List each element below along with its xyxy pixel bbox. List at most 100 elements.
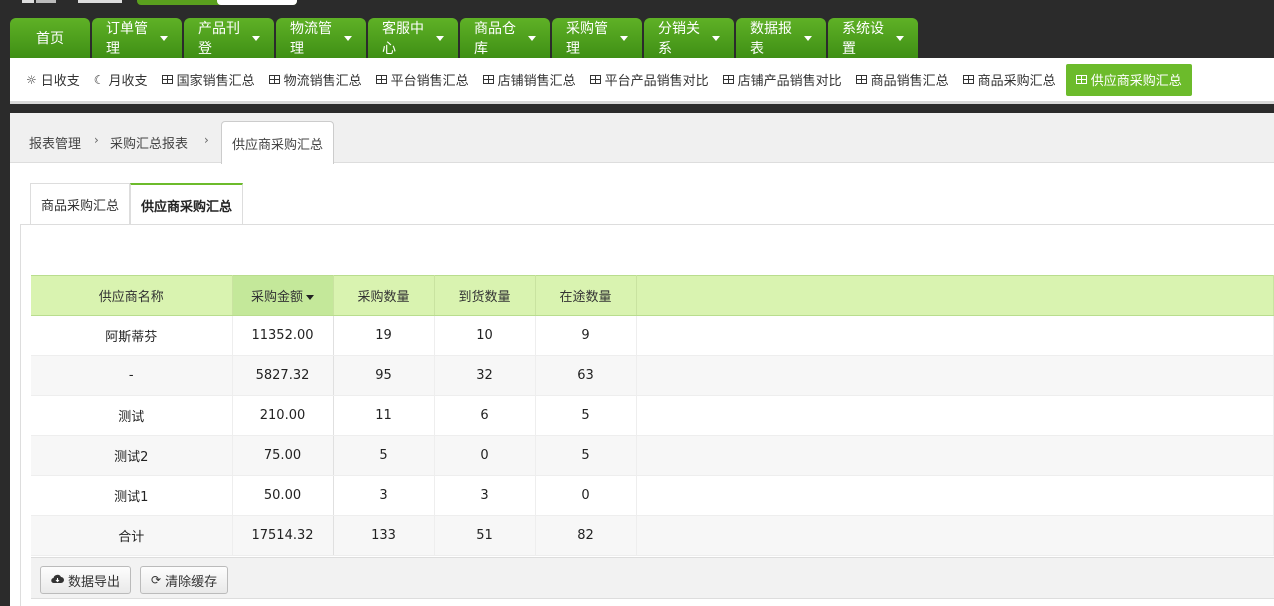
supplier-summary-table: 供应商名称 采购金额 采购数量 到货数量 在途数量 阿斯蒂芬 11352.00 19 10 9-… [31, 275, 1274, 556]
table-icon [375, 75, 387, 84]
sub-nav-item[interactable]: 店铺销售汇总 [482, 64, 576, 96]
main-nav-label: 系统设置 [842, 21, 884, 57]
table-cell: 合计 [31, 515, 233, 556]
table-cell: 6 [434, 395, 536, 436]
sub-nav-item[interactable]: 物流销售汇总 [268, 64, 362, 96]
sub-nav-item[interactable]: 国家销售汇总 [161, 64, 255, 96]
table-row: 测试 210.00 11 6 5 [31, 395, 1274, 436]
top-pill-white [217, 0, 297, 5]
breadcrumb: 报表管理 › 采购汇总报表 › 供应商采购汇总 [10, 113, 1274, 164]
table-icon [268, 75, 280, 84]
table-icon [589, 75, 601, 84]
table-header-row: 供应商名称 采购金额 采购数量 到货数量 在途数量 [31, 275, 1274, 316]
sub-nav-label: 供应商采购汇总 [1090, 74, 1182, 89]
sub-nav-label: 日收支 [40, 74, 80, 89]
table-icon [161, 75, 173, 84]
main-nav-item[interactable]: 采购管理 [552, 18, 642, 58]
main-nav-item[interactable]: 客服中心 [368, 18, 458, 58]
column-header[interactable]: 在途数量 [535, 275, 637, 316]
table-cell: 82 [535, 515, 637, 556]
table-cell: 11352.00 [231, 315, 334, 356]
table-icon [855, 75, 867, 84]
column-header[interactable]: 采购数量 [333, 275, 435, 316]
main-nav-item[interactable]: 订单管理 [92, 18, 182, 58]
main-nav-item[interactable]: 产品刊登 [184, 18, 274, 58]
clear-cache-button[interactable]: ⟳ 清除缓存 [140, 566, 229, 594]
table-cell: 3 [333, 475, 435, 516]
chevron-right-icon: › [204, 133, 209, 147]
clear-cache-label: 清除缓存 [165, 574, 218, 590]
main-nav-label: 订单管理 [106, 21, 148, 57]
table-cell-filler [636, 435, 1274, 476]
main-nav-label: 物流管理 [290, 21, 332, 57]
caret-down-icon [344, 35, 352, 41]
main-nav-item[interactable]: 系统设置 [828, 18, 918, 58]
sub-nav-label: 物流销售汇总 [283, 74, 362, 89]
grid-footer: 数据导出 ⟳ 清除缓存 [31, 557, 1274, 599]
logo-fragment [22, 0, 34, 3]
sub-nav-label: 月收支 [108, 74, 148, 89]
caret-down-icon [436, 35, 444, 41]
sub-nav-item[interactable]: 供应商采购汇总 [1065, 63, 1192, 96]
caret-down-icon [252, 35, 260, 41]
main-nav-label: 分销关系 [658, 21, 700, 57]
sub-nav-item[interactable]: 平台产品销售对比 [589, 64, 709, 96]
main-nav-item[interactable]: 物流管理 [276, 18, 366, 58]
logo-fragment [78, 0, 122, 3]
column-header-label: 到货数量 [458, 290, 511, 305]
tab-divider [20, 224, 1274, 225]
sub-nav-label: 店铺产品销售对比 [737, 74, 842, 89]
report-tab[interactable]: 商品采购汇总 [30, 183, 131, 225]
table-cell: 133 [333, 515, 435, 556]
column-header[interactable]: 采购金额 [231, 275, 334, 316]
caret-down-icon [160, 35, 168, 41]
main-nav-label: 采购管理 [566, 21, 608, 57]
cloud-download-icon [51, 573, 64, 587]
main-nav-item[interactable]: 商品仓库 [460, 18, 550, 58]
table-cell: 19 [333, 315, 435, 356]
breadcrumb-item[interactable]: 报表管理 [29, 133, 81, 152]
table-cell: 10 [434, 315, 536, 356]
caret-down-icon [712, 35, 720, 41]
table-cell: 5 [333, 435, 435, 476]
table-cell: 17514.32 [231, 515, 334, 556]
main-nav-item[interactable]: 分销关系 [644, 18, 734, 58]
caret-down-icon [896, 35, 904, 41]
sort-desc-icon [306, 295, 314, 300]
table-row: 阿斯蒂芬 11352.00 19 10 9 [31, 315, 1274, 356]
sub-nav-item[interactable]: 商品采购汇总 [962, 64, 1056, 96]
table-cell-filler [636, 395, 1274, 436]
sub-nav-item[interactable]: 商品销售汇总 [855, 64, 949, 96]
sub-nav-item[interactable]: ☼ 日收支 [26, 64, 80, 96]
table-cell: 5 [535, 395, 637, 436]
breadcrumb-item[interactable]: 采购汇总报表 [110, 133, 188, 152]
column-header[interactable]: 到货数量 [434, 275, 536, 316]
table-cell: 11 [333, 395, 435, 436]
table-cell: 0 [434, 435, 536, 476]
table-cell: 50.00 [231, 475, 334, 516]
report-tab[interactable]: 供应商采购汇总 [130, 183, 244, 225]
column-header[interactable]: 供应商名称 [31, 275, 233, 316]
table-cell: 75.00 [231, 435, 334, 476]
main-nav-item[interactable]: 数据报表 [736, 18, 826, 58]
sub-nav-label: 平台销售汇总 [390, 74, 469, 89]
caret-down-icon [804, 35, 812, 41]
table-cell: 5827.32 [231, 355, 334, 396]
export-button[interactable]: 数据导出 [40, 566, 132, 594]
table-icon [722, 75, 734, 84]
main-nav: 首页 订单管理 产品刊登 物流管理 客服中心 商品仓库 采购管理 分销关系 数据报表 系统设置 [10, 18, 920, 58]
breadcrumb-current-tab[interactable]: 供应商采购汇总 [221, 121, 335, 164]
sub-nav-label: 店铺销售汇总 [497, 74, 576, 89]
table-cell: 0 [535, 475, 637, 516]
table-cell-filler [636, 355, 1274, 396]
table-cell: 测试1 [31, 475, 233, 516]
sub-nav-item[interactable]: ☾ 月收支 [94, 64, 148, 96]
main-nav-item[interactable]: 首页 [10, 18, 90, 58]
sub-nav-item[interactable]: 平台销售汇总 [375, 64, 469, 96]
column-header-filler [636, 275, 1274, 316]
column-header-label: 采购数量 [357, 290, 410, 305]
main-nav-label: 商品仓库 [474, 21, 516, 57]
caret-down-icon [528, 35, 536, 41]
sub-nav-label: 商品销售汇总 [870, 74, 949, 89]
sub-nav-item[interactable]: 店铺产品销售对比 [722, 64, 842, 96]
